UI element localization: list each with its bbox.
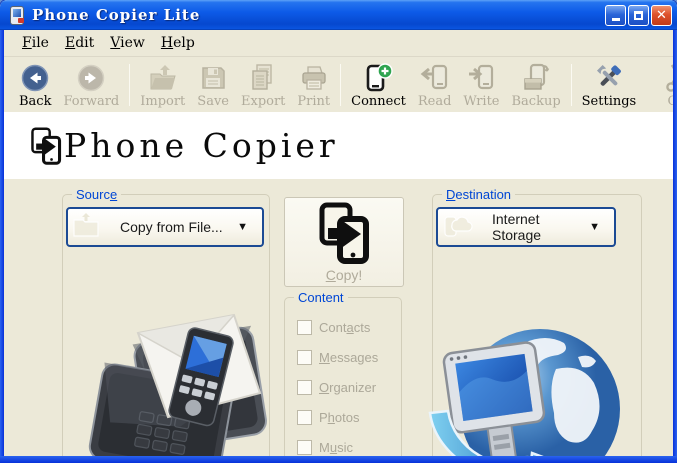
copy-button[interactable]: Copy!	[284, 197, 404, 287]
connect-button[interactable]: Connect	[345, 59, 412, 111]
source-dropdown[interactable]: Copy from File... ▼	[66, 207, 264, 247]
window-border-left	[0, 30, 4, 463]
print-button[interactable]: Print	[291, 59, 336, 111]
checkbox-icon	[297, 320, 312, 335]
export-icon	[248, 62, 278, 92]
checkbox-icon	[297, 380, 312, 395]
cloud-ghost-icon	[442, 211, 474, 244]
read-button[interactable]: Read	[412, 59, 458, 111]
close-icon: ✕	[656, 7, 667, 23]
toolbar-separator	[570, 64, 572, 106]
connect-icon	[364, 62, 394, 92]
backup-button[interactable]: Backup	[506, 59, 567, 111]
main-area: Source Copy from File... ▼ Copy! Content…	[4, 179, 673, 456]
write-icon	[466, 62, 496, 92]
checkbox-contacts[interactable]: Contacts	[297, 320, 401, 335]
menu-file[interactable]: File	[14, 33, 57, 53]
window-border-right	[673, 30, 677, 463]
source-group-label: Source	[72, 187, 122, 202]
window-title: Phone Copier Lite	[32, 6, 201, 24]
toolbar-separator	[129, 64, 131, 106]
save-icon	[199, 62, 227, 92]
destination-dropdown[interactable]: Internet Storage ▼	[436, 207, 616, 247]
phones-illustration	[82, 297, 282, 456]
checkbox-music[interactable]: Music	[297, 440, 401, 455]
app-window: Phone Copier Lite ✕ File Edit View Help …	[0, 0, 677, 463]
checkbox-icon	[297, 440, 312, 455]
import-button[interactable]: Import	[134, 59, 191, 111]
forward-button[interactable]: Forward	[57, 59, 125, 111]
export-button[interactable]: Export	[235, 59, 291, 111]
page-title: Phone Copier	[64, 126, 339, 165]
page-header: Phone Copier	[4, 112, 673, 179]
checkbox-photos[interactable]: Photos	[297, 410, 401, 425]
content-group-label: Content	[294, 290, 348, 305]
copy-icon	[315, 202, 373, 264]
maximize-icon	[634, 10, 643, 20]
window-border-bottom	[0, 456, 677, 463]
import-icon	[148, 62, 178, 92]
print-icon	[300, 62, 328, 92]
destination-group-label: Destination	[442, 187, 516, 202]
content-groupbox: Content Contacts Messages Organizer Phot…	[284, 290, 402, 456]
globe-illustration	[428, 317, 628, 456]
copy-button-label: Copy!	[325, 266, 363, 283]
menu-view[interactable]: View	[102, 33, 153, 53]
close-button[interactable]: ✕	[651, 4, 672, 26]
forward-icon	[77, 62, 105, 92]
read-icon	[420, 62, 450, 92]
app-icon	[7, 5, 27, 25]
toolbar-separator	[340, 64, 342, 106]
folder-ghost-icon	[72, 211, 102, 244]
checkbox-icon	[297, 350, 312, 365]
menu-help[interactable]: Help	[153, 33, 203, 53]
toolbar: Back Forward Import Save Export Print Co…	[4, 56, 677, 113]
settings-button[interactable]: Settings	[576, 59, 643, 111]
chevron-down-icon: ▼	[589, 221, 600, 233]
menubar: File Edit View Help	[4, 30, 673, 56]
source-dropdown-value: Copy from File...	[120, 219, 223, 235]
phone-copier-icon	[30, 126, 62, 166]
maximize-button[interactable]	[628, 4, 649, 26]
settings-icon	[594, 62, 624, 92]
back-button[interactable]: Back	[13, 59, 57, 111]
minimize-icon	[611, 18, 620, 21]
minimize-button[interactable]	[605, 4, 626, 26]
checkbox-organizer[interactable]: Organizer	[297, 380, 401, 395]
write-button[interactable]: Write	[457, 59, 505, 111]
titlebar[interactable]: Phone Copier Lite ✕	[0, 0, 677, 30]
backup-icon	[521, 62, 551, 92]
checkbox-icon	[297, 410, 312, 425]
chevron-down-icon: ▼	[237, 221, 248, 233]
back-icon	[21, 62, 49, 92]
save-button[interactable]: Save	[191, 59, 235, 111]
destination-dropdown-value: Internet Storage	[492, 211, 542, 243]
menu-edit[interactable]: Edit	[57, 33, 102, 53]
checkbox-messages[interactable]: Messages	[297, 350, 401, 365]
